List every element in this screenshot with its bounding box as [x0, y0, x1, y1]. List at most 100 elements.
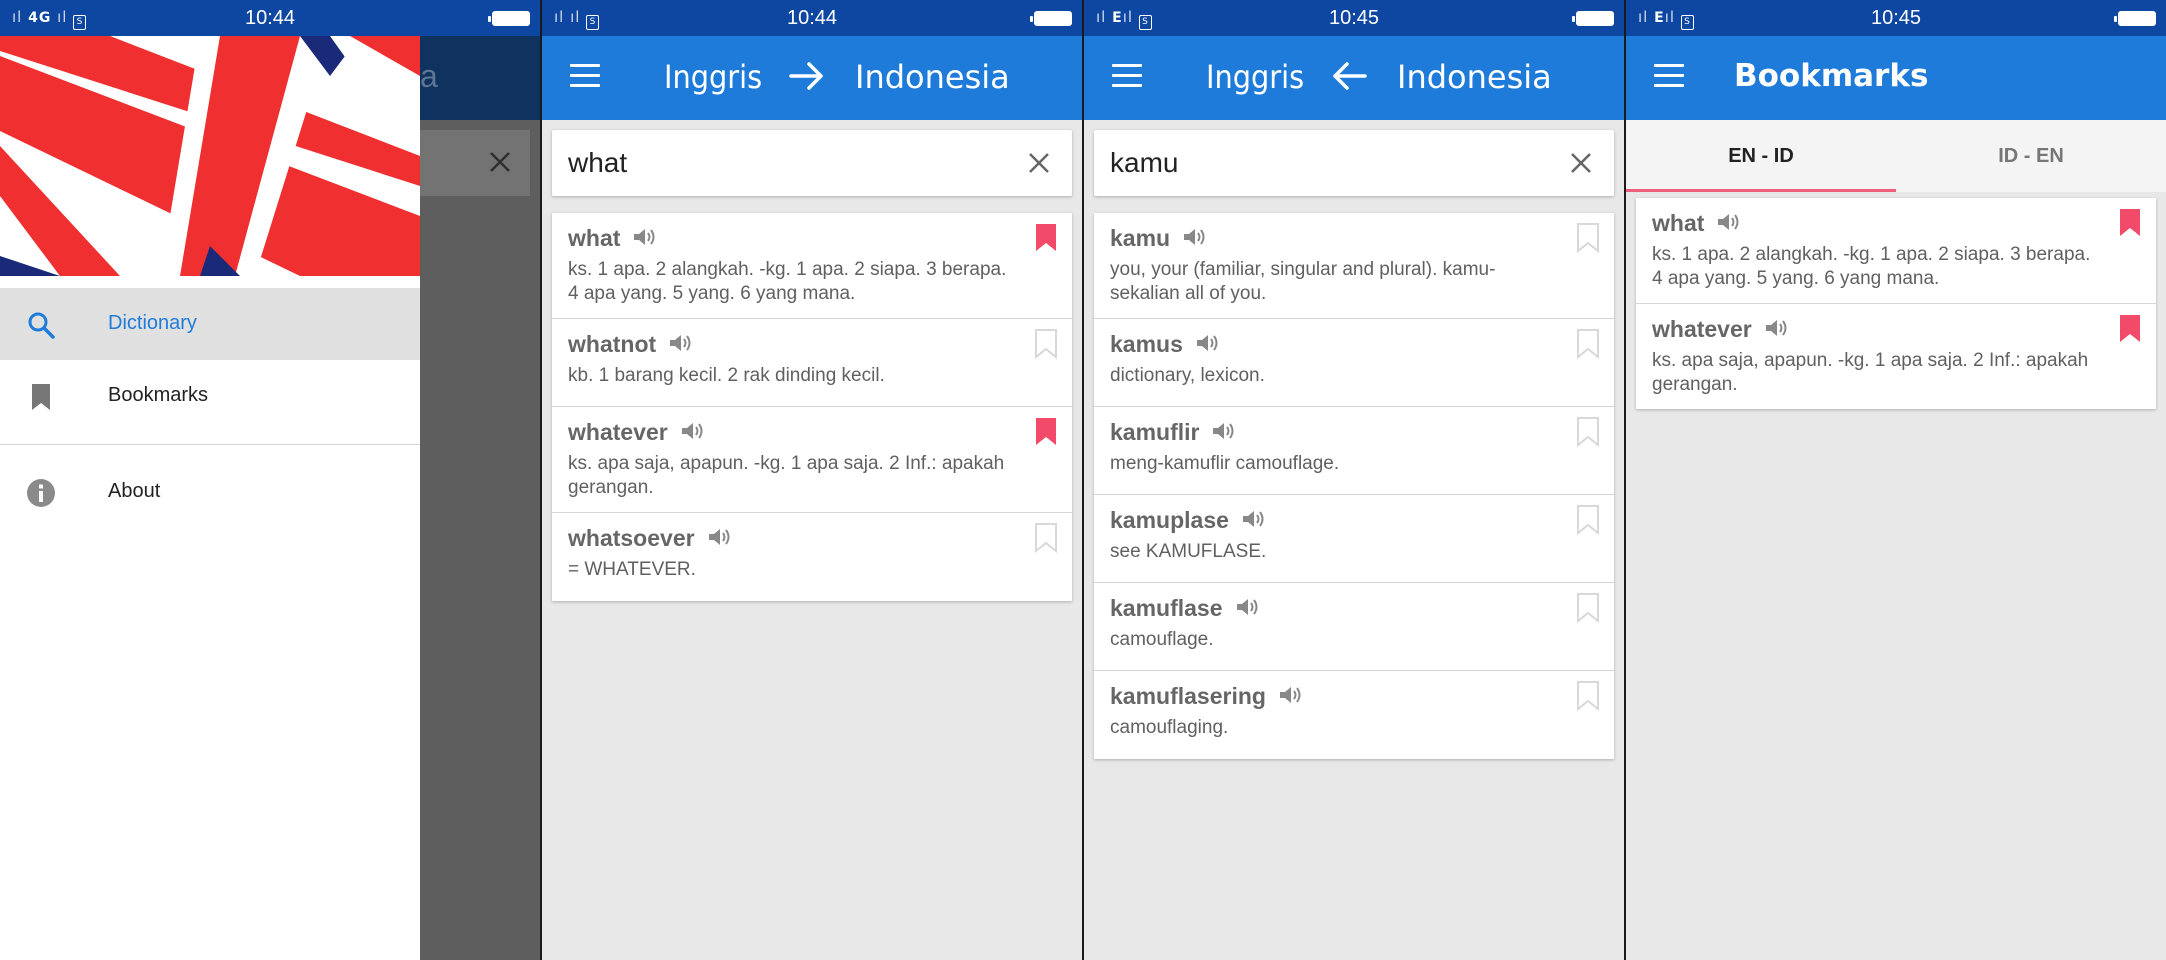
bookmark-outline-icon[interactable]	[1034, 329, 1058, 359]
nav-item-dictionary[interactable]: Dictionary	[0, 288, 420, 360]
results-list: what ks. 1 apa. 2 alangkah. -kg. 1 apa. 2…	[552, 213, 1072, 601]
drawer-scrim[interactable]: a	[420, 36, 540, 960]
entry-word: kamuflasering	[1110, 683, 1266, 709]
bookmark-filled-icon[interactable]	[1034, 417, 1058, 447]
speaker-icon[interactable]	[1716, 211, 1742, 233]
bookmark-outline-icon[interactable]	[1576, 329, 1600, 359]
speaker-icon[interactable]	[707, 526, 733, 548]
result-entry[interactable]: what ks. 1 apa. 2 alangkah. -kg. 1 apa. 2…	[552, 213, 1072, 319]
nav-item-bookmarks[interactable]: Bookmarks	[0, 360, 420, 432]
entry-definition: = WHATEVER.	[568, 559, 696, 580]
speaker-icon[interactable]	[1182, 226, 1208, 248]
entry-definition: ks. apa saja, apapun. -kg. 1 apa saja. 2…	[568, 453, 1005, 498]
entry-definition: dictionary, lexicon.	[1110, 365, 1265, 386]
result-entry[interactable]: kamu you, your (familiar, singular and pl…	[1094, 213, 1614, 319]
speaker-icon[interactable]	[1195, 332, 1221, 354]
result-entry[interactable]: whatever ks. apa saja, apapun. -kg. 1 apa…	[552, 407, 1072, 513]
screen-search-en-id: ıl ılS 10:44 Inggris Indonesia what ks. 1…	[542, 0, 1082, 960]
app-bar: Inggris Indonesia	[542, 36, 1082, 120]
speaker-icon[interactable]	[632, 226, 658, 248]
search-icon	[28, 312, 55, 339]
entry-definition: see KAMUFLASE.	[1110, 541, 1267, 562]
page-title: Bookmarks	[1734, 58, 1929, 94]
dimmed-search-box	[420, 130, 530, 196]
nav-item-label: Bookmarks	[108, 384, 209, 406]
bookmark-filled-icon[interactable]	[2118, 208, 2142, 238]
bookmark-outline-icon[interactable]	[1576, 223, 1600, 253]
entry-definition: meng-kamuflir camouflage.	[1110, 453, 1340, 474]
speaker-icon[interactable]	[1211, 420, 1237, 442]
app-bar: Inggris Indonesia	[1084, 36, 1624, 120]
source-language[interactable]: Inggris	[664, 58, 762, 96]
dimmed-title-fragment: a	[420, 58, 438, 94]
results-list: kamu you, your (familiar, singular and pl…	[1094, 213, 1614, 759]
close-icon[interactable]	[1024, 148, 1054, 178]
search-input[interactable]	[1110, 144, 1550, 182]
union-jack-flag-image	[0, 36, 420, 276]
navigation-drawer: Dictionary Bookmarks About	[0, 36, 420, 960]
status-bar: ıl Eıl S 10:45	[1084, 0, 1624, 36]
bookmark-icon	[32, 384, 50, 410]
clock: 10:44	[244, 7, 296, 29]
tab-en-id[interactable]: EN - ID	[1626, 120, 1896, 192]
close-icon[interactable]	[1566, 148, 1596, 178]
entry-word: kamuflir	[1110, 419, 1200, 445]
battery-icon	[488, 11, 530, 26]
source-language[interactable]: Inggris	[1206, 58, 1304, 96]
entry-definition: ks. 1 apa. 2 alangkah. -kg. 1 apa. 2 sia…	[1652, 244, 2091, 289]
entry-word: what	[1652, 210, 1705, 236]
entry-word: kamuplase	[1110, 507, 1229, 533]
menu-icon[interactable]	[1112, 64, 1142, 88]
bookmark-outline-icon[interactable]	[1034, 523, 1058, 553]
speaker-icon[interactable]	[1764, 317, 1790, 339]
search-box	[552, 130, 1072, 196]
result-entry[interactable]: kamuplase see KAMUFLASE.	[1094, 495, 1614, 583]
battery-icon	[1030, 11, 1072, 26]
result-entry[interactable]: kamuflase camouflage.	[1094, 583, 1614, 671]
bookmark-outline-icon[interactable]	[1576, 681, 1600, 711]
result-entry[interactable]: kamuflasering camouflaging.	[1094, 671, 1614, 759]
speaker-icon[interactable]	[1278, 684, 1304, 706]
screen-search-id-en: ıl EılS 10:45 Inggris Indonesia kamu you,…	[1084, 0, 1624, 960]
clock: 10:45	[1328, 7, 1380, 29]
bookmark-filled-icon[interactable]	[2118, 314, 2142, 344]
entry-word: kamuflase	[1110, 595, 1223, 621]
entry-word: whatever	[568, 419, 668, 445]
target-language[interactable]: Indonesia	[855, 58, 1010, 96]
speaker-icon[interactable]	[1241, 508, 1267, 530]
screen-drawer: ıl 4G ıl S 10:44 a Dictionary Bookmarks …	[0, 0, 540, 960]
search-input[interactable]	[568, 144, 1008, 182]
bookmark-outline-icon[interactable]	[1576, 593, 1600, 623]
nav-item-about[interactable]: About	[0, 456, 420, 528]
tab-id-en[interactable]: ID - EN	[1896, 120, 2166, 192]
nav-item-label: About	[108, 480, 161, 502]
bookmark-outline-icon[interactable]	[1576, 417, 1600, 447]
speaker-icon[interactable]	[668, 332, 694, 354]
entry-word: whatsoever	[568, 525, 695, 551]
result-entry[interactable]: kamuflir meng-kamuflir camouflage.	[1094, 407, 1614, 495]
bookmark-list: what ks. 1 apa. 2 alangkah. -kg. 1 apa. 2…	[1636, 198, 2156, 409]
bookmark-outline-icon[interactable]	[1576, 505, 1600, 535]
result-entry[interactable]: whatsoever = WHATEVER.	[552, 513, 1072, 601]
speaker-icon[interactable]	[680, 420, 706, 442]
bookmark-filled-icon[interactable]	[1034, 223, 1058, 253]
drawer-divider	[0, 444, 420, 445]
status-bar: ıl ıl S 10:44	[542, 0, 1082, 36]
entry-definition: kb. 1 barang kecil. 2 rak dinding kecil.	[568, 365, 885, 386]
clock: 10:44	[786, 7, 838, 29]
screen-bookmarks: ıl Eıl S 10:45 Bookmarks EN - ID ID - EN …	[1626, 0, 2166, 960]
entry-definition: ks. 1 apa. 2 alangkah. -kg. 1 apa. 2 sia…	[568, 259, 1007, 304]
entry-definition: ks. apa saja, apapun. -kg. 1 apa saja. 2…	[1652, 350, 2089, 395]
entry-word: what	[568, 225, 621, 251]
result-entry[interactable]: whatever ks. apa saja, apapun. -kg. 1 apa…	[1636, 304, 2156, 409]
speaker-icon[interactable]	[1235, 596, 1261, 618]
menu-icon[interactable]	[1654, 64, 1684, 88]
arrow-left-icon[interactable]	[1327, 54, 1371, 98]
target-language[interactable]: Indonesia	[1397, 58, 1552, 96]
result-entry[interactable]: kamus dictionary, lexicon.	[1094, 319, 1614, 407]
result-entry[interactable]: what ks. 1 apa. 2 alangkah. -kg. 1 apa. 2…	[1636, 198, 2156, 304]
menu-icon[interactable]	[570, 64, 600, 88]
arrow-right-icon[interactable]	[785, 54, 829, 98]
status-bar: ıl 4G ıl S 10:44	[0, 0, 540, 36]
result-entry[interactable]: whatnot kb. 1 barang kecil. 2 rak dinding…	[552, 319, 1072, 407]
